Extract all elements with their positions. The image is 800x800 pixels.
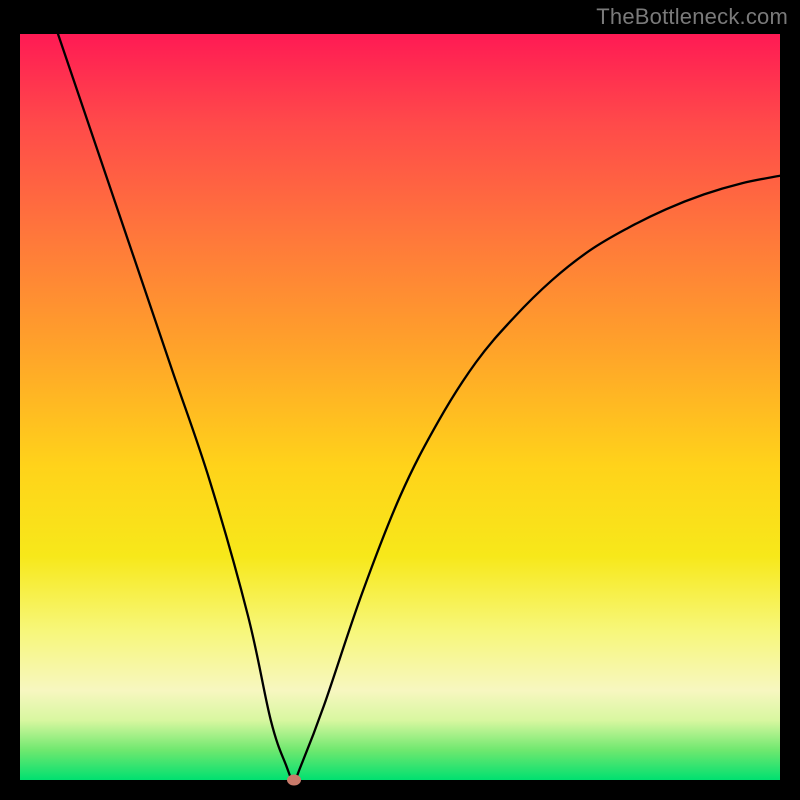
bottleneck-curve [20,34,780,780]
optimal-point-marker [287,775,301,786]
watermark-text: TheBottleneck.com [596,4,788,30]
plot-area [20,34,780,780]
chart-frame: TheBottleneck.com [0,0,800,800]
